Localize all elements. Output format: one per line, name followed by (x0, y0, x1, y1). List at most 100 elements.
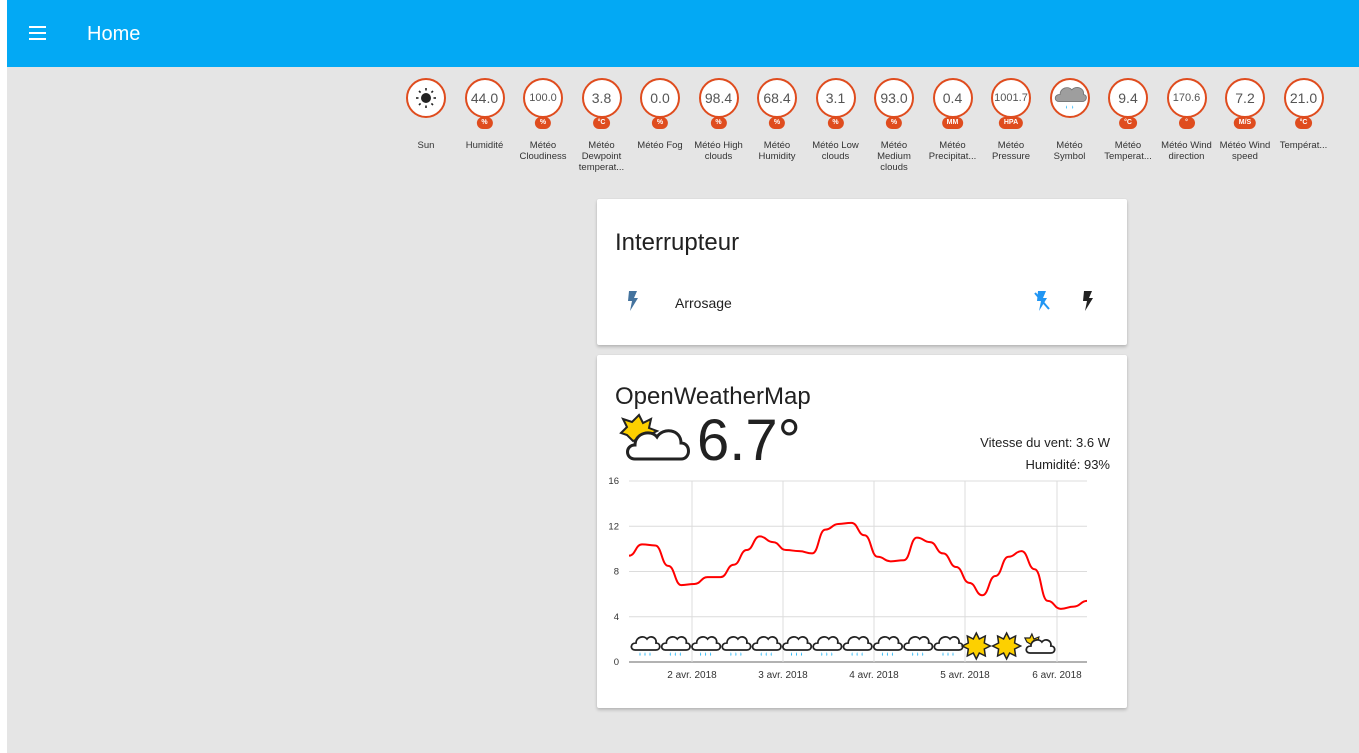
badge-label: Météo Pressure (991, 140, 1030, 162)
badge-unit: °C (1119, 117, 1137, 129)
y-tick-label: 16 (608, 476, 619, 487)
partly-cloudy-icon (1023, 632, 1056, 654)
badge-value: 93.0 (880, 90, 908, 106)
badge-circle: 3.1 (815, 78, 856, 118)
forecast-chart: 16 12 8 4 0 2 avr. 2018 3 avr. 2018 4 avr. 2018… (608, 476, 1088, 681)
badge-label: Météo Humidity (758, 140, 796, 162)
sun-icon (416, 88, 436, 108)
left-edge (0, 0, 7, 753)
badge-unit: % (476, 117, 493, 129)
badge-circle: 9.4 (1108, 78, 1148, 118)
badge-value: 21.0 (1289, 90, 1318, 106)
badge-value: 170.6 (1172, 92, 1201, 104)
flash-icon (628, 291, 638, 311)
badge-value: 3.1 (825, 90, 846, 106)
rain-cloud-icon (903, 636, 934, 656)
badge-label: Météo Temperat... (1104, 140, 1152, 162)
badge-value: 7.2 (1235, 90, 1255, 106)
badge-circle (406, 78, 446, 118)
page-title: Home (87, 23, 141, 45)
badge-unit: M/S (1233, 117, 1257, 129)
sun-icon (990, 631, 1023, 661)
badge-unit: % (768, 117, 786, 129)
x-tick-label: 2 avr. 2018 (667, 670, 717, 681)
x-tick-label: 5 avr. 2018 (940, 670, 990, 681)
badge-unit: % (651, 117, 669, 129)
badge-value: 98.4 (704, 90, 733, 106)
badge-circle: 93.0 (874, 78, 914, 118)
weather-card: OpenWeatherMap 6.7° Vitesse du vent: 3.6… (597, 355, 1127, 708)
badge-circle: 98.4 (698, 78, 739, 118)
rain-cloud-icon (812, 636, 843, 656)
badge-label: Météo Wind direction (1161, 140, 1212, 162)
rain-cloud-icon (751, 636, 782, 656)
rain-cloud-icon (1054, 87, 1087, 109)
flash-off-icon[interactable] (1033, 290, 1051, 312)
flash-icon[interactable] (1081, 291, 1095, 311)
badge-circle: 0.0 (640, 78, 680, 118)
badge-circle: 21.0 (1283, 78, 1324, 118)
badge-label: Météo Cloudiness (519, 140, 567, 162)
rain-cloud-icon (781, 636, 813, 656)
badge-value: 3.8 (591, 90, 612, 106)
y-tick-label: 12 (608, 521, 619, 532)
badge-value: 9.4 (1118, 90, 1138, 106)
badge-circle: 7.2 (1225, 78, 1265, 118)
badge-row: Sun 44.0% Humidité 100.0% Météo Cloudiness 3.… (397, 78, 1327, 188)
badge-unit: HPA (998, 117, 1024, 129)
badge-label: Météo Medium clouds (877, 140, 911, 173)
rain-cloud-icon (630, 636, 661, 656)
badge-unit: °C (592, 117, 611, 129)
badge-label: Humidité (465, 140, 504, 151)
switch-card: Interrupteur Arrosage (597, 199, 1127, 345)
app-toolbar: Home (7, 0, 1359, 67)
badge-circle: 170.6 (1166, 78, 1207, 118)
badge-circle: 100.0 (523, 78, 563, 118)
card-title: Interrupteur (615, 229, 740, 256)
badge-label: Sun (417, 140, 435, 151)
badge-value: 68.4 (763, 90, 791, 106)
badge-label: Températ... (1279, 140, 1328, 151)
x-tick-label: 3 avr. 2018 (758, 670, 808, 681)
rain-cloud-icon (721, 636, 752, 656)
badge-unit: % (827, 117, 844, 129)
rain-cloud-icon (842, 636, 873, 656)
badge-label: Météo Dewpoint temperat... (578, 140, 625, 173)
badge-circle: 1001.7 (991, 78, 1031, 118)
badge-circle: 3.8 (581, 78, 622, 118)
badge-unit: % (885, 117, 903, 129)
badge-unit: ° (1178, 117, 1195, 129)
badge-unit: MM (941, 117, 964, 129)
y-tick-label: 8 (614, 567, 619, 578)
rain-cloud-icon (872, 636, 904, 656)
badge-unit: % (534, 117, 552, 129)
rain-cloud-icon (691, 636, 722, 656)
rain-cloud-icon (660, 636, 691, 656)
y-tick-label: 4 (614, 612, 619, 623)
y-tick-label: 0 (614, 657, 619, 668)
badge-circle (1049, 78, 1090, 118)
badge-value: 0.0 (650, 90, 670, 106)
badge-value: 44.0 (470, 90, 499, 106)
badge-value: 0.4 (942, 90, 963, 106)
badge-unit: °C (1294, 117, 1313, 129)
badge-circle: 44.0 (464, 78, 505, 118)
x-tick-label: 6 avr. 2018 (1032, 670, 1082, 681)
badge-label: Météo High clouds (694, 140, 743, 162)
badge-value: 1001.7 (994, 92, 1028, 104)
badge-label: Météo Fog (637, 140, 683, 151)
badge-label: Météo Wind speed (1219, 140, 1271, 162)
rain-cloud-icon (933, 636, 964, 656)
badge-circle: 0.4 (932, 78, 973, 118)
temperature-line (628, 521, 1088, 610)
badge-circle: 68.4 (757, 78, 797, 118)
x-tick-label: 4 avr. 2018 (849, 670, 899, 681)
badge-label: Météo Precipitat... (928, 140, 977, 162)
sun-icon (960, 631, 992, 661)
badge-unit: % (710, 117, 727, 129)
badge-label: Météo Low clouds (812, 140, 859, 162)
badge-label: Météo Symbol (1053, 140, 1086, 162)
switch-entity-label[interactable]: Arrosage (675, 295, 732, 311)
menu-icon[interactable] (27, 22, 51, 44)
badge-value: 100.0 (529, 92, 557, 104)
